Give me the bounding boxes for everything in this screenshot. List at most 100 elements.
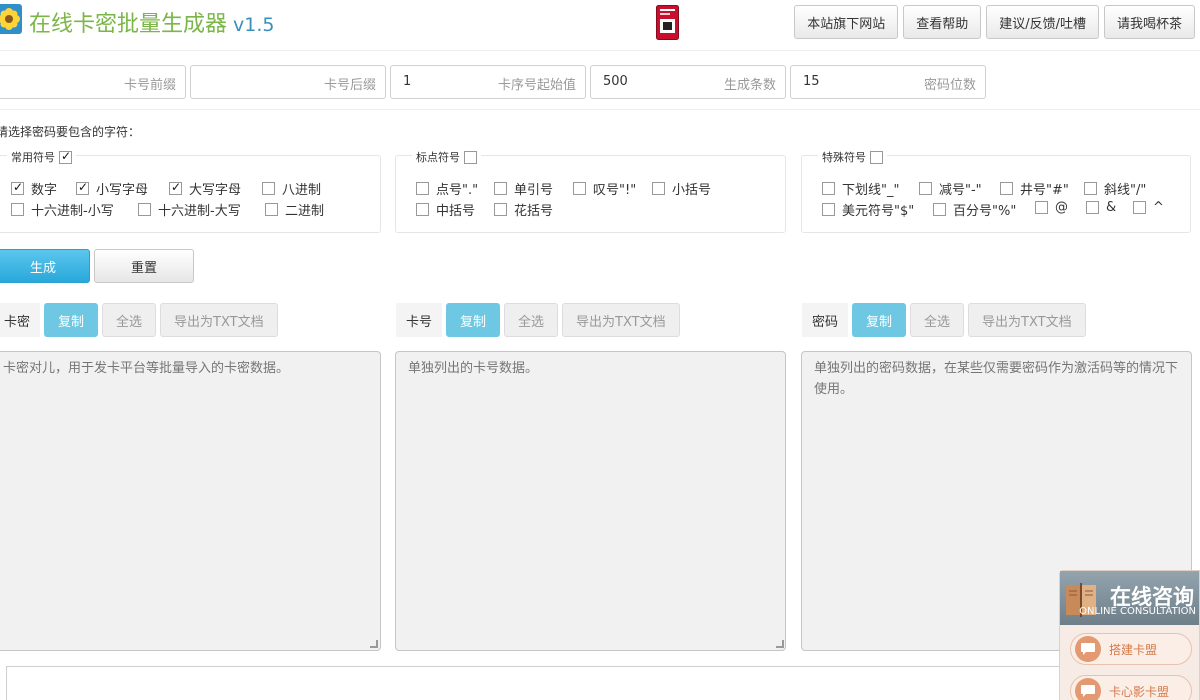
checkbox-icon[interactable] (138, 203, 151, 216)
serial-start-label: 卡序号起始值 (497, 78, 576, 93)
option-uppercase[interactable]: 大写字母 (169, 179, 241, 198)
option-label: ^ (1153, 200, 1164, 215)
password-export-button[interactable]: 导出为TXT文档 (968, 303, 1086, 337)
consultation-header: 在线咨询 ONLINE CONSULTATION (1060, 571, 1199, 625)
option-single-quote[interactable]: 单引号 (494, 179, 553, 198)
option-label: 单引号 (514, 183, 554, 198)
consult-item-label: 卡心影卡盟 (1109, 684, 1170, 699)
checkbox-icon[interactable] (265, 203, 278, 216)
checkbox-icon[interactable] (933, 203, 946, 216)
checkbox-icon[interactable] (822, 203, 835, 216)
option-label: 大写字母 (189, 183, 242, 198)
checkbox-icon[interactable] (1133, 201, 1146, 214)
checkbox-icon[interactable] (76, 180, 89, 195)
option-label: 中括号 (436, 204, 476, 219)
option-braces[interactable]: 花括号 (494, 200, 553, 219)
card-pair-copy-button[interactable]: 复制 (44, 303, 99, 337)
option-caret[interactable]: ^ (1133, 200, 1164, 215)
card-number-copy-button[interactable]: 复制 (446, 303, 501, 337)
common-group-checkbox[interactable] (59, 149, 72, 164)
card-pair-select-all-button[interactable]: 全选 (102, 303, 157, 337)
consult-item-build-card-league[interactable]: 搭建卡盟 (1070, 633, 1192, 665)
reset-button[interactable]: 重置 (94, 249, 194, 283)
checkbox-icon[interactable] (919, 182, 932, 195)
chat-bubble-icon (1075, 636, 1101, 662)
option-ampersand[interactable]: & (1086, 200, 1116, 215)
card-pair-export-button[interactable]: 导出为TXT文档 (160, 303, 278, 337)
option-percent[interactable]: 百分号"%" (933, 200, 1016, 219)
option-parentheses[interactable]: 小括号 (652, 179, 711, 198)
option-lowercase[interactable]: 小写字母 (76, 179, 148, 198)
checkbox-icon[interactable] (416, 203, 429, 216)
card-number-label: 卡号 (396, 303, 443, 337)
option-underscore[interactable]: 下划线"_" (822, 179, 899, 198)
option-hex-upper[interactable]: 十六进制-大写 (138, 200, 241, 219)
nav-sites-button[interactable]: 本站旗下网站 (794, 5, 899, 39)
checkbox-icon[interactable] (1084, 182, 1097, 195)
consultation-subtitle: ONLINE CONSULTATION (1079, 606, 1196, 617)
nav-help-button[interactable]: 查看帮助 (903, 5, 982, 39)
checkbox-icon[interactable] (494, 203, 507, 216)
card-number-select-all-button[interactable]: 全选 (504, 303, 559, 337)
generate-button[interactable]: 生成 (0, 249, 90, 283)
punct-group-checkbox[interactable] (464, 150, 477, 164)
option-dot[interactable]: 点号"." (416, 179, 478, 198)
checkbox-icon[interactable] (1086, 201, 1099, 214)
option-brackets[interactable]: 中括号 (416, 200, 475, 219)
resize-grip-icon[interactable] (776, 640, 784, 648)
checkbox-icon[interactable] (11, 203, 24, 216)
option-hex-lower[interactable]: 十六进制-小写 (11, 200, 114, 219)
card-prefix-field[interactable]: 卡号前缀 (0, 65, 186, 99)
fields-divider (0, 109, 1200, 110)
password-length-field[interactable]: 15 密码位数 (790, 65, 986, 99)
special-group-checkbox[interactable] (870, 150, 883, 164)
checkbox-icon[interactable] (416, 182, 429, 195)
nav-donate-button[interactable]: 请我喝杯茶 (1103, 5, 1195, 39)
card-pair-textarea[interactable] (0, 351, 381, 651)
password-copy-button[interactable]: 复制 (852, 303, 907, 337)
card-number-textarea[interactable] (395, 351, 786, 651)
top-navigation: 本站旗下网站 查看帮助 建议/反馈/吐槽 请我喝杯茶 (794, 5, 1195, 39)
count-label: 生成条数 (723, 78, 776, 93)
password-select-all-button[interactable]: 全选 (910, 303, 965, 337)
card-number-export-button[interactable]: 导出为TXT文档 (562, 303, 680, 337)
option-label: 小括号 (672, 183, 712, 198)
option-label: 花括号 (514, 204, 554, 219)
flower-logo-icon (0, 4, 22, 34)
option-hash[interactable]: 井号"#" (1000, 179, 1069, 198)
count-value: 500 (603, 74, 628, 89)
card-suffix-field[interactable]: 卡号后缀 (190, 65, 386, 99)
checkbox-icon[interactable] (262, 182, 275, 195)
special-group-title[interactable]: 特殊符号 (818, 149, 887, 165)
option-digits[interactable]: 数字 (11, 179, 57, 198)
option-octal[interactable]: 八进制 (262, 179, 321, 198)
count-field[interactable]: 500 生成条数 (590, 65, 786, 99)
checkbox-icon[interactable] (1035, 201, 1048, 214)
password-length-value: 15 (803, 74, 820, 89)
serial-start-field[interactable]: 1 卡序号起始值 (390, 65, 586, 99)
option-dollar[interactable]: 美元符号"$" (822, 200, 914, 219)
option-minus[interactable]: 减号"-" (919, 179, 982, 198)
option-slash[interactable]: 斜线"/" (1084, 179, 1146, 198)
resize-grip-icon[interactable] (370, 640, 378, 648)
option-binary[interactable]: 二进制 (265, 200, 324, 219)
charset-prompt: 请选择密码要包含的字符： (0, 125, 141, 139)
password-toolbar: 密码 复制 全选 导出为TXT文档 (802, 303, 1086, 337)
punct-group-title[interactable]: 标点符号 (412, 149, 481, 165)
option-label: 井号"#" (1020, 183, 1069, 198)
option-label: 点号"." (436, 183, 479, 198)
common-group-title[interactable]: 常用符号 (7, 149, 76, 165)
checkbox-icon[interactable] (573, 182, 586, 195)
nav-feedback-button[interactable]: 建议/反馈/吐槽 (986, 5, 1099, 39)
checkbox-icon[interactable] (169, 180, 182, 195)
checkbox-icon[interactable] (11, 180, 24, 195)
checkbox-icon[interactable] (652, 182, 665, 195)
option-label: 百分号"%" (953, 204, 1017, 219)
option-exclamation[interactable]: 叹号"!" (573, 179, 636, 198)
online-consultation-widget: 在线咨询 ONLINE CONSULTATION 搭建卡盟 卡心影卡盟 (1059, 570, 1200, 700)
checkbox-icon[interactable] (494, 182, 507, 195)
option-at[interactable]: @ (1035, 200, 1068, 215)
checkbox-icon[interactable] (822, 182, 835, 195)
consult-item-kaxinying[interactable]: 卡心影卡盟 (1070, 675, 1192, 700)
checkbox-icon[interactable] (1000, 182, 1013, 195)
